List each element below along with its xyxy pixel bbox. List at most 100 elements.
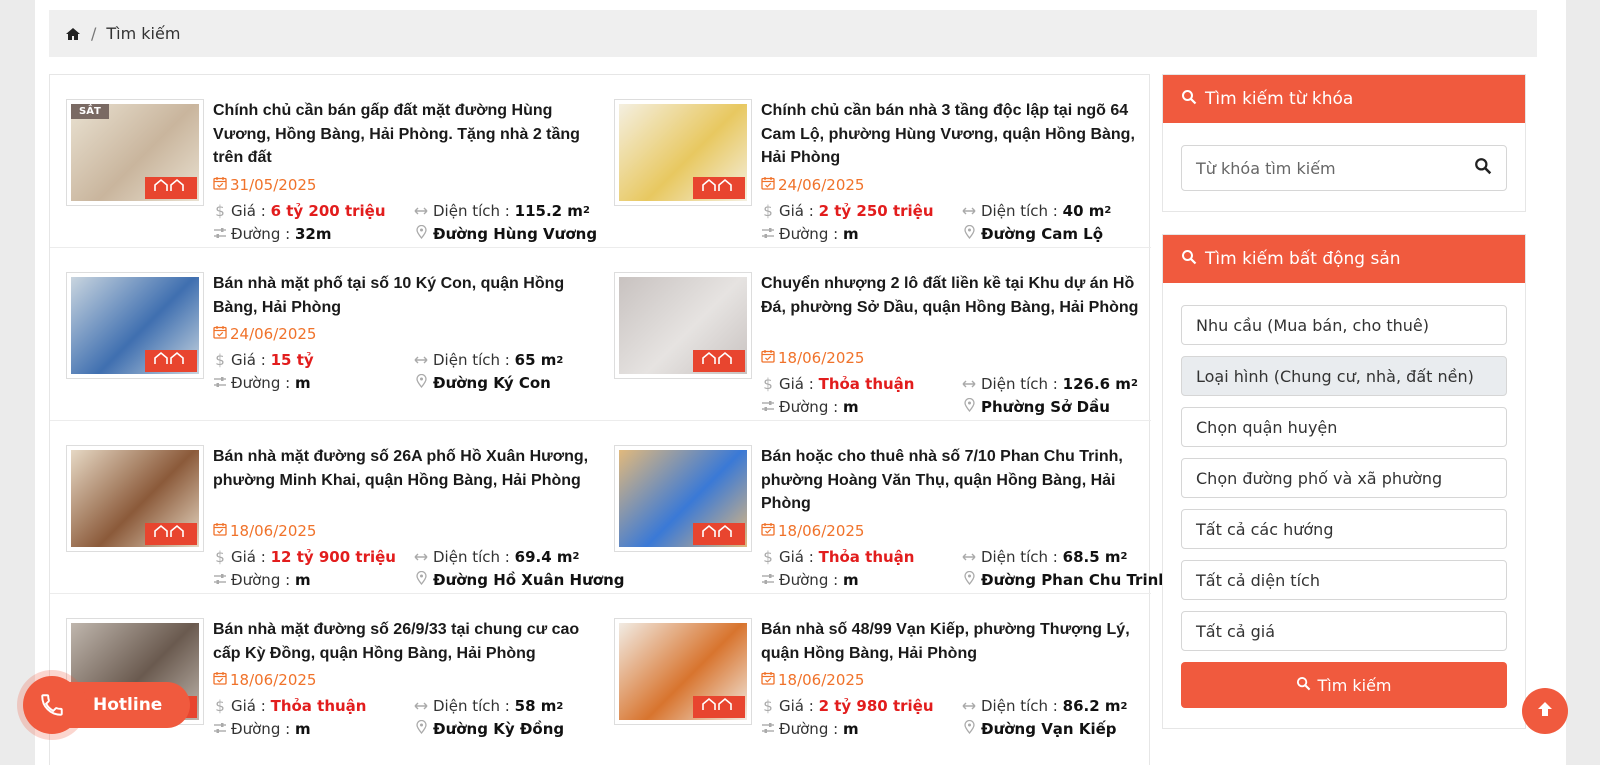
select-area-label: Tất cả diện tích	[1196, 570, 1320, 590]
listing-street: Đường Hồ Xuân Hương	[413, 570, 625, 589]
listing-price: $ Giá : 15 tỷ	[213, 351, 313, 369]
listing-card[interactable]: Chuyển nhượng 2 lô đất liền kề tại Khu d…	[598, 248, 1146, 421]
area-unit-superscript: 2	[556, 700, 564, 712]
street-value: Đường Kỳ Đồng	[433, 720, 565, 738]
listing-street: Đường Hùng Vương	[413, 224, 598, 243]
arrows-horizontal-icon	[413, 351, 429, 369]
listing-photo	[619, 277, 747, 374]
listing-area: Diện tích : 126.6 m2	[961, 375, 1138, 393]
price-value: 12 tỷ 900 triệu	[270, 547, 396, 566]
select-area[interactable]: Tất cả diện tích	[1181, 560, 1507, 600]
listing-price: $ Giá : Thỏa thuận	[761, 375, 914, 393]
hotline-button[interactable]: Hotline	[23, 676, 191, 734]
price-value: 6 tỷ 200 triệu	[270, 201, 386, 220]
listing-title[interactable]: Bán hoặc cho thuê nhà số 7/10 Phan Chu T…	[761, 445, 1146, 516]
watermark-logo	[693, 523, 745, 545]
listing-road-width: Đường : m	[761, 571, 859, 589]
area-label: Diện tích :	[433, 547, 510, 566]
sliders-icon	[213, 571, 227, 589]
road-label: Đường :	[779, 397, 839, 416]
listing-row: Bán nhà mặt phố tại số 10 Ký Con, quận H…	[50, 248, 1151, 421]
calendar-icon	[213, 325, 227, 343]
sliders-icon	[213, 374, 227, 392]
listing-area: Diện tích : 68.5 m2	[961, 548, 1127, 566]
listing-thumbnail[interactable]	[66, 272, 204, 379]
listing-title[interactable]: Bán nhà mặt đường số 26/9/33 tại chung c…	[213, 618, 598, 665]
select-district-label: Chọn quận huyện	[1196, 417, 1338, 437]
listing-title[interactable]: Bán nhà mặt phố tại số 10 Ký Con, quận H…	[213, 272, 598, 319]
search-icon[interactable]	[1474, 157, 1492, 179]
sliders-icon	[761, 398, 775, 416]
sliders-icon	[761, 720, 775, 738]
area-value: 65 m	[514, 351, 557, 369]
select-property-type[interactable]: Loại hình (Chung cư, nhà, đất nền)	[1181, 356, 1507, 396]
listing-card[interactable]: Bán hoặc cho thuê nhà số 7/10 Phan Chu T…	[598, 421, 1169, 594]
listing-area: Diện tích : 69.4 m2	[413, 548, 579, 566]
listing-title[interactable]: Bán nhà số 48/99 Vạn Kiếp, phường Thượng…	[761, 618, 1146, 665]
area-unit-superscript: 2	[582, 205, 590, 216]
listing-card[interactable]: Bán nhà số 48/99 Vạn Kiếp, phường Thượng…	[598, 594, 1146, 765]
road-value: m	[294, 570, 311, 589]
keyword-search-input[interactable]: Từ khóa tìm kiếm	[1181, 145, 1507, 191]
listing-thumbnail[interactable]	[614, 272, 752, 379]
listing-thumbnail[interactable]	[614, 618, 752, 725]
arrows-horizontal-icon	[413, 697, 429, 715]
dollar-icon: $	[215, 201, 225, 220]
street-value: Đường Hùng Vương	[433, 224, 598, 243]
keyword-search-placeholder: Từ khóa tìm kiếm	[1196, 158, 1336, 178]
listing-card[interactable]: SẮT Chính chủ cần bán gấp đất mặt đường H…	[50, 75, 598, 248]
select-street-ward[interactable]: Chọn đường phố và xã phường	[1181, 458, 1507, 498]
listing-photo	[619, 104, 747, 201]
listing-title[interactable]: Chính chủ cần bán nhà 3 tầng độc lập tại…	[761, 99, 1146, 170]
price-label: Giá :	[231, 697, 266, 715]
price-value: Thỏa thuận	[818, 374, 915, 393]
area-unit-superscript: 2	[1104, 205, 1112, 216]
dollar-icon: $	[763, 201, 773, 220]
area-value: 126.6 m	[1062, 374, 1131, 393]
listing-title[interactable]: Bán nhà mặt đường số 26A phố Hồ Xuân Hươ…	[213, 445, 598, 492]
listing-card[interactable]: Chính chủ cần bán nhà 3 tầng độc lập tại…	[598, 75, 1146, 248]
home-icon[interactable]	[65, 26, 81, 42]
listing-area: Diện tích : 86.2 m2	[961, 697, 1127, 715]
area-label: Diện tích :	[981, 697, 1058, 715]
price-label: Giá :	[779, 547, 814, 566]
breadcrumb-current: Tìm kiếm	[106, 24, 181, 43]
scroll-top-button[interactable]	[1522, 688, 1568, 734]
listing-price: $ Giá : Thỏa thuận	[761, 548, 914, 566]
keyword-search-box: Tìm kiếm từ khóa Từ khóa tìm kiếm	[1162, 74, 1526, 212]
listing-title[interactable]: Chuyển nhượng 2 lô đất liền kề tại Khu d…	[761, 272, 1146, 319]
listing-thumbnail[interactable]: SẮT	[66, 99, 204, 206]
price-label: Giá :	[779, 201, 814, 220]
keyword-search-title: Tìm kiếm từ khóa	[1205, 89, 1354, 109]
property-search-box: Tìm kiếm bất động sản Nhu cầu (Mua bán, …	[1162, 234, 1526, 729]
area-value: 69.4 m	[514, 547, 573, 566]
listing-title[interactable]: Chính chủ cần bán gấp đất mặt đường Hùng…	[213, 99, 598, 170]
listing-thumbnail[interactable]	[614, 99, 752, 206]
road-label: Đường :	[779, 720, 839, 738]
calendar-icon	[761, 349, 775, 367]
listing-area: Diện tích : 58 m2	[413, 697, 563, 715]
listing-thumbnail[interactable]	[614, 445, 752, 552]
select-price[interactable]: Tất cả giá	[1181, 611, 1507, 651]
price-value: Thỏa thuận	[270, 697, 367, 715]
listing-road-width: Đường : m	[761, 720, 859, 738]
search-icon	[1296, 676, 1311, 695]
listing-card[interactable]: Bán nhà mặt đường số 26A phố Hồ Xuân Hươ…	[50, 421, 625, 594]
price-label: Giá :	[779, 374, 814, 393]
price-label: Giá :	[231, 351, 266, 369]
sliders-icon	[761, 225, 775, 243]
area-label: Diện tích :	[433, 697, 510, 715]
select-direction[interactable]: Tất cả các hướng	[1181, 509, 1507, 549]
listing-card[interactable]: Bán nhà mặt phố tại số 10 Ký Con, quận H…	[50, 248, 598, 421]
road-value: m	[842, 720, 859, 738]
search-submit-button[interactable]: Tìm kiếm	[1181, 662, 1507, 708]
listing-date: 31/05/2025	[213, 176, 316, 194]
sliders-icon	[213, 720, 227, 738]
phone-icon[interactable]	[23, 676, 81, 734]
listing-thumbnail[interactable]	[66, 445, 204, 552]
select-demand[interactable]: Nhu cầu (Mua bán, cho thuê)	[1181, 305, 1507, 345]
road-value: m	[842, 397, 859, 416]
listing-area: Diện tích : 40 m2	[961, 202, 1111, 220]
select-district[interactable]: Chọn quận huyện	[1181, 407, 1507, 447]
map-pin-icon	[413, 570, 429, 589]
